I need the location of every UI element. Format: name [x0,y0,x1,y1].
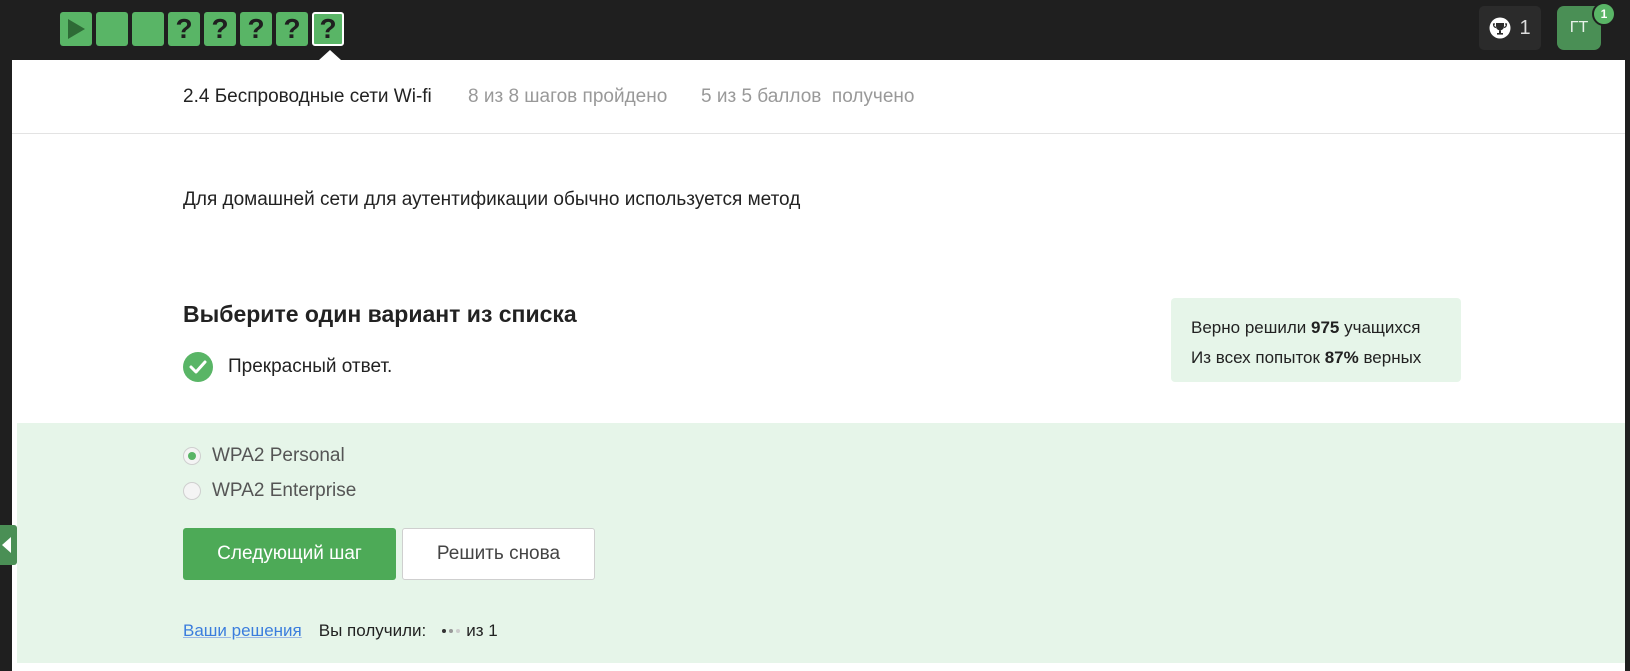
answer-area: WPA2 Personal WPA2 Enterprise Следующий … [17,423,1625,663]
step-content: 2.4 Беспроводные сети Wi-fi 8 из 8 шагов… [12,60,1625,671]
next-step-button[interactable]: Следующий шаг [183,528,396,580]
step-2-text[interactable] [96,12,128,46]
step-navigation: ? ? ? ? ? [60,12,344,46]
solved-count: 975 [1311,318,1340,337]
trophy-count: 1 [1519,16,1531,39]
your-solutions-link[interactable]: Ваши решения [183,621,302,641]
option-wpa2-personal[interactable]: WPA2 Personal [183,445,345,467]
quiz-prompt: Выберите один вариант из списка [183,301,577,327]
step-6-quiz[interactable]: ? [240,12,272,46]
option-label: WPA2 Enterprise [212,480,357,501]
step-7-quiz[interactable]: ? [276,12,308,46]
achievements-button[interactable]: 1 [1479,6,1541,50]
play-icon [68,19,85,39]
step-4-quiz[interactable]: ? [168,12,200,46]
attempts-line: Из всех попыток 87% верных [1191,348,1422,367]
step-5-quiz[interactable]: ? [204,12,236,46]
trophy-icon [1489,17,1511,39]
lesson-progress: 8 из 8 шагов пройдено [468,86,668,107]
lesson-score: 5 из 5 баллов получено [701,86,915,107]
collapse-sidebar-button[interactable] [0,525,17,565]
solve-stats: Верно решили 975 учащихся Из всех попыто… [1171,298,1461,382]
current-step-pointer [319,50,341,60]
result-feedback: Прекрасный ответ. [183,352,392,382]
lesson-header: 2.4 Беспроводные сети Wi-fi 8 из 8 шагов… [12,60,1625,134]
avatar-initials: ГТ [1569,19,1589,36]
result-text: Прекрасный ответ. [228,356,393,377]
left-sidebar-strip [0,60,12,671]
step-3-text[interactable] [132,12,164,46]
option-wpa2-enterprise[interactable]: WPA2 Enterprise [183,480,356,502]
step-1-video[interactable] [60,12,92,46]
option-label: WPA2 Personal [212,445,345,466]
right-scrollbar-strip [1625,60,1630,671]
top-bar: ? ? ? ? ? 1 ГТ 1 [0,0,1630,60]
solved-count-line: Верно решили 975 учащихся [1191,318,1421,337]
score-loading-dots-icon [442,629,461,633]
attempts-percent: 87% [1324,348,1359,367]
radio-button-checked[interactable] [183,447,201,465]
score-of-total: из 1 [466,621,498,640]
received-label: Вы получили: [318,621,427,640]
question-text: Для домашней сети для аутентификации обы… [183,189,801,210]
lesson-title: 2.4 Беспроводные сети Wi-fi [183,86,432,107]
notification-badge: 1 [1592,2,1616,26]
check-circle-icon [183,352,213,382]
solutions-row: Ваши решения Вы получили: из 1 [183,621,498,641]
retry-button[interactable]: Решить снова [402,528,595,580]
step-8-quiz-current[interactable]: ? [312,12,344,46]
radio-button[interactable] [183,482,201,500]
